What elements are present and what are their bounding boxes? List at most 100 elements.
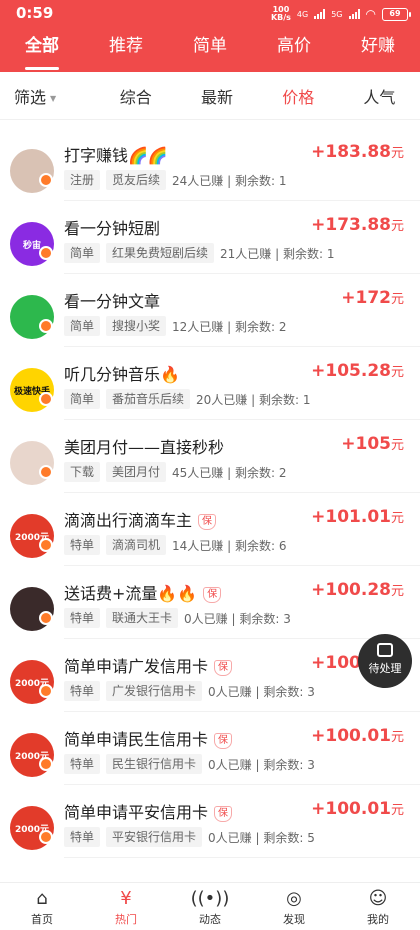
task-reward: +100.01元 [311, 726, 404, 746]
tab-recommend[interactable]: 推荐 [84, 30, 168, 72]
user-icon: ☺ [368, 888, 388, 909]
task-title: 简单申请平安信用卡保 [64, 799, 233, 823]
task-stats: 0人已赚 | 剩余数: 5 [208, 830, 315, 845]
task-tag: 下载 [64, 462, 101, 482]
task-stats: 24人已赚 | 剩余数: 1 [172, 173, 287, 188]
task-reward: +172元 [341, 288, 404, 308]
nav-discover[interactable]: ◎ 发现 [252, 883, 336, 930]
task-meta: 特单 民生银行信用卡 0人已赚 | 剩余数: 3 [64, 754, 315, 774]
filter-button[interactable]: 筛选 ▼ [0, 84, 95, 108]
tab-all[interactable]: 全部 [0, 30, 84, 72]
task-title: 美团月付——直接秒秒 [64, 438, 225, 457]
task-tag: 特单 [64, 681, 101, 701]
task-tag: 特单 [64, 754, 101, 774]
task-meta: 简单 红果免费短剧后续 21人已赚 | 剩余数: 1 [64, 243, 334, 263]
task-row[interactable]: 打字赚钱🌈🌈 +183.88元注册 觅友后续 24人已赚 | 剩余数: 1 [0, 128, 420, 201]
flame-badge-icon [39, 319, 53, 333]
nav-home[interactable]: ⌂ 首页 [0, 883, 84, 930]
flame-badge-icon [39, 684, 53, 698]
task-tag: 红果免费短剧后续 [106, 243, 215, 263]
task-row[interactable]: 看一分钟文章 +172元 简单 搜搜小奖 12人已赚 | 剩余数: 2 [0, 274, 420, 347]
task-tag: 番茄音乐后续 [106, 389, 191, 409]
task-tag: 简单 [64, 243, 101, 263]
net-label-4g: 4G [296, 9, 309, 19]
task-reward: +100.01元 [311, 799, 404, 819]
sort-price[interactable]: 价格 [258, 84, 339, 108]
tab-simple[interactable]: 简单 [168, 30, 252, 72]
task-reward: +183.88元 [311, 142, 404, 162]
task-reward: +173.88元 [311, 215, 404, 235]
task-row[interactable]: 秒宙 看一分钟短剧 +173.88元 简单 红果免费短剧后续 21人已赚 | 剩余数: 1 [0, 201, 420, 274]
task-row[interactable]: 2000元简单申请广发信用卡保+100.01元特单广发银行信用卡0人已赚 | 剩… [0, 639, 420, 712]
task-title: 简单申请民生信用卡保 [64, 726, 233, 750]
net-label-5g: 5G [331, 9, 343, 19]
clipboard-icon [377, 643, 393, 657]
flame-badge-icon [39, 246, 53, 260]
nav-hot[interactable]: ¥ 热门 [84, 883, 168, 930]
bottom-nav: ⌂ 首页 ¥ 热门 ((•)) 动态 ◎ 发现 ☺ 我的 [0, 882, 420, 930]
battery-icon: 69 [382, 7, 411, 21]
compass-icon: ◎ [286, 888, 302, 909]
task-tag: 滴滴司机 [106, 535, 167, 555]
task-tag: 美团月付 [106, 462, 167, 482]
task-stats: 12人已赚 | 剩余数: 2 [172, 319, 287, 334]
task-tag: 平安银行信用卡 [106, 827, 203, 847]
task-meta: 特单 平安银行信用卡 0人已赚 | 剩余数: 5 [64, 827, 315, 847]
flame-badge-icon [39, 830, 53, 844]
task-stats: 20人已赚 | 剩余数: 1 [196, 392, 311, 407]
pending-label: 待处理 [368, 662, 402, 675]
task-tag: 特单 [64, 827, 101, 847]
task-tag: 简单 [64, 316, 101, 336]
pending-button[interactable]: 待处理 [358, 634, 412, 688]
category-tabs: 全部 推荐 简单 高价 好赚 [0, 30, 420, 72]
task-row[interactable]: 送话费+流量🔥🔥 保 +100.28元 特单 联通大王卡 0人已赚 | 剩余数: 3 [0, 566, 420, 639]
task-meta: 特单 广发银行信用卡 0人已赚 | 剩余数: 3 [64, 681, 315, 701]
task-meta: 简单 番茄音乐后续 20人已赚 | 剩余数: 1 [64, 389, 310, 409]
sort-comprehensive[interactable]: 综合 [95, 84, 176, 108]
guarantee-shield-icon: 保 [214, 659, 233, 676]
yen-icon: ¥ [120, 888, 132, 909]
task-stats: 0人已赚 | 剩余数: 3 [208, 684, 315, 699]
flame-badge-icon [39, 611, 53, 625]
task-stats: 0人已赚 | 剩余数: 3 [208, 757, 315, 772]
task-tag: 特单 [64, 535, 101, 555]
guarantee-shield-icon: 保 [214, 732, 233, 749]
guarantee-shield-icon: 保 [198, 513, 217, 530]
task-tag: 民生银行信用卡 [106, 754, 203, 774]
app-header: 0:59 100 KB/s 4G 5G ◠ 69 全部 推荐 简单 高价 好赚 [0, 0, 420, 72]
task-tag: 广发银行信用卡 [106, 681, 203, 701]
status-time: 0:59 [16, 4, 54, 22]
task-meta: 下载 美团月付 45人已赚 | 剩余数: 2 [64, 462, 286, 482]
task-title: 听几分钟音乐🔥 [64, 365, 180, 384]
task-title: 滴滴出行滴滴车主保 [64, 507, 217, 531]
flame-badge-icon [39, 538, 53, 552]
task-row[interactable]: 2000元 简单申请平安信用卡保 +100.01元 特单 平安银行信用卡 0人已赚 | 剩… [0, 785, 420, 858]
task-title: 看一分钟短剧 [64, 219, 161, 238]
wifi-icon: ◠ [365, 7, 376, 21]
status-icons: 100 KB/s 4G 5G ◠ 69 [271, 6, 411, 22]
sort-newest[interactable]: 最新 [176, 84, 257, 108]
task-meta: 特单 滴滴司机 14人已赚 | 剩余数: 6 [64, 535, 286, 555]
broadcast-icon: ((•)) [190, 888, 230, 909]
task-row[interactable]: 极速快手 听几分钟音乐🔥 +105.28元 简单 番茄音乐后续 20人已赚 | 剩余数: … [0, 347, 420, 420]
task-reward: +101.01元 [311, 507, 404, 527]
flame-badge-icon [39, 173, 53, 187]
task-meta: 简单 搜搜小奖 12人已赚 | 剩余数: 2 [64, 316, 286, 336]
task-meta: 特单 联通大王卡 0人已赚 | 剩余数: 3 [64, 608, 291, 628]
caret-down-icon: ▼ [50, 93, 57, 103]
home-icon: ⌂ [36, 888, 48, 909]
task-row[interactable]: 2000元 简单申请民生信用卡保 +100.01元 特单 民生银行信用卡 0人已赚 | 剩… [0, 712, 420, 785]
task-meta: 注册 觅友后续 24人已赚 | 剩余数: 1 [64, 170, 286, 190]
task-title: 打字赚钱🌈🌈 [64, 146, 168, 165]
tab-high-price[interactable]: 高价 [252, 30, 336, 72]
nav-feed[interactable]: ((•)) 动态 [168, 883, 252, 930]
task-row[interactable]: 美团月付——直接秒秒 +105元 下载 美团月付 45人已赚 | 剩余数: 2 [0, 420, 420, 493]
flame-badge-icon [39, 757, 53, 771]
flame-badge-icon [39, 392, 53, 406]
task-stats: 0人已赚 | 剩余数: 3 [184, 611, 291, 626]
tab-easy-earn[interactable]: 好赚 [336, 30, 420, 72]
nav-me[interactable]: ☺ 我的 [336, 883, 420, 930]
sort-popularity[interactable]: 人气 [339, 84, 420, 108]
task-title: 简单申请广发信用卡保 [64, 653, 233, 677]
task-row[interactable]: 2000元 滴滴出行滴滴车主保 +101.01元 特单 滴滴司机 14人已赚 | 剩余数:… [0, 493, 420, 566]
